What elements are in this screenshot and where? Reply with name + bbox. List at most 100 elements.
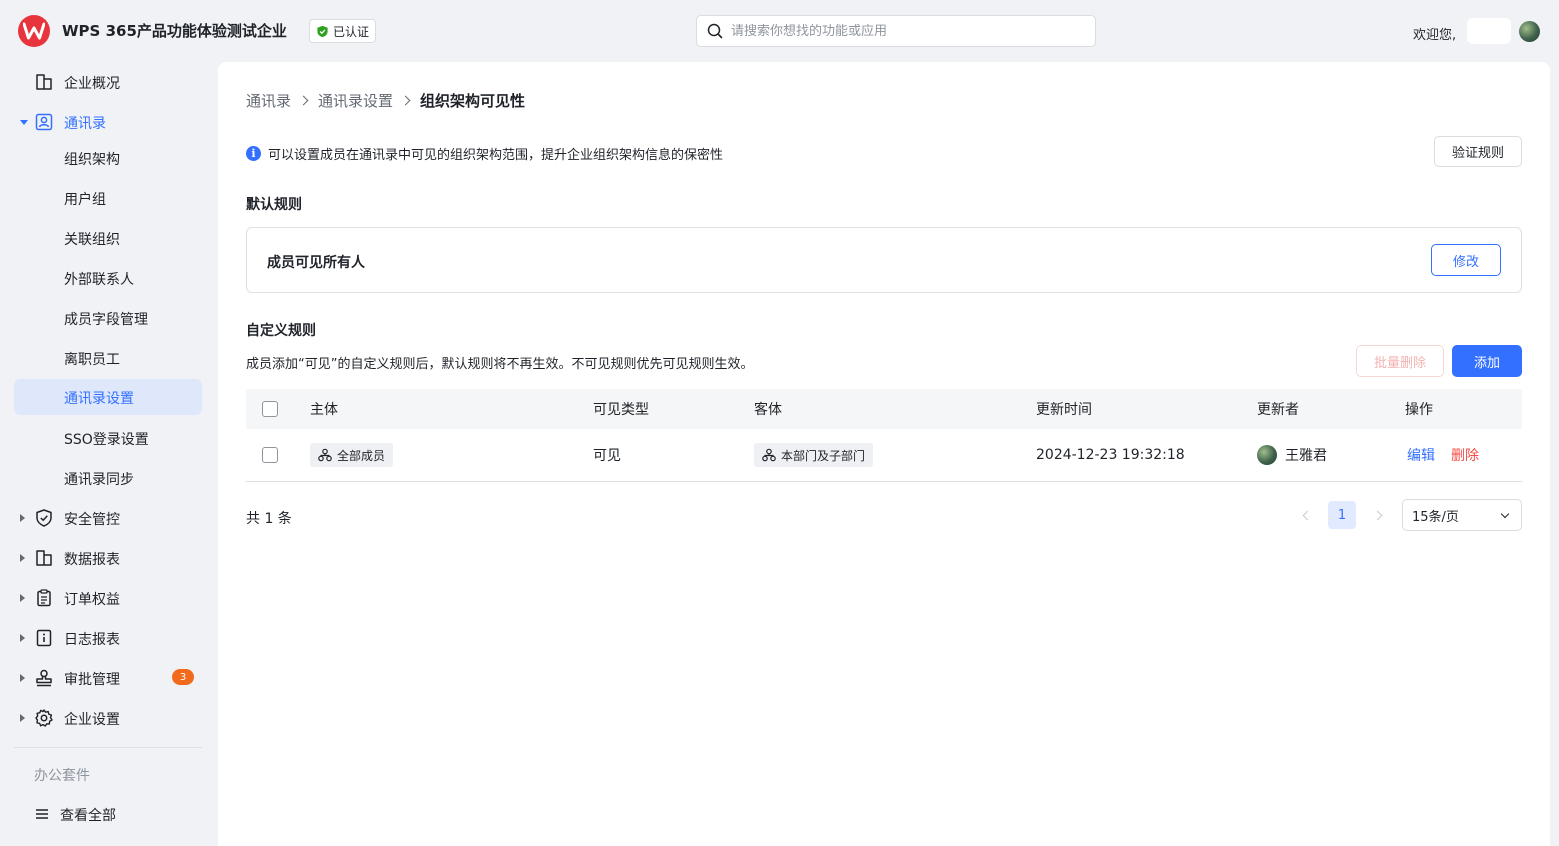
wps-logo-icon[interactable] [18,15,50,47]
sidebar-item-log-reports[interactable]: 日志报表 [14,620,202,656]
next-page-icon[interactable] [1372,510,1383,521]
subject-tag: 全部成员 [310,443,394,467]
sidebar-item-label: 成员字段管理 [64,312,148,328]
page-size-select[interactable]: 15条/页 [1402,499,1522,531]
updated-at-cell: 2024-12-23 19:32:18 [1036,447,1185,463]
sidebar-item-label: 通讯录设置 [64,391,134,407]
object-tag: 本部门及子部门 [754,443,874,467]
sidebar-item-approvals[interactable]: 审批管理 3 [14,660,202,696]
batch-delete-button[interactable]: 批量删除 [1356,345,1444,377]
sidebar-item-label: 外部联系人 [64,272,134,288]
sidebar-item-label: 数据报表 [64,552,120,568]
prev-page-icon[interactable] [1302,510,1313,521]
page-size-value: 15条/页 [1412,509,1459,525]
sidebar-item-org-structure[interactable]: 组织架构 [14,140,202,176]
breadcrumb-contacts-settings[interactable]: 通讯录设置 [318,90,393,111]
chevron-right-icon [20,634,25,642]
sidebar-item-label: 关联组织 [64,232,120,248]
page-number-current[interactable]: 1 [1328,501,1356,529]
column-subject: 主体 [310,402,338,418]
sidebar-item-label: 用户组 [64,192,106,208]
actions-cell: 编辑 删除 [1407,429,1479,481]
custom-rule-description: 成员添加“可见”的自定义规则后，默认规则将不再生效。不可见规则优先可见规则生效。 [246,357,754,372]
user-name-pill[interactable] [1467,18,1511,44]
select-all-checkbox[interactable] [262,401,278,417]
sidebar-item-enterprise-settings[interactable]: 企业设置 [14,700,202,736]
sidebar-item-contacts-settings[interactable]: 通讯录设置 [14,379,202,415]
sidebar-item-former-employees[interactable]: 离职员工 [14,340,202,376]
sidebar-item-member-fields[interactable]: 成员字段管理 [14,300,202,336]
sidebar-item-sso-settings[interactable]: SSO登录设置 [14,420,202,456]
page-title: 组织架构可见性 [420,92,526,110]
notice-text: 可以设置成员在通讯录中可见的组织架构范围，提升企业组织架构信息的保密性 [268,148,724,163]
verified-label: 已认证 [333,24,370,39]
visibility-cell: 可见 [593,448,621,464]
verify-rules-button[interactable]: 验证规则 [1434,136,1522,167]
default-rule-text: 成员可见所有人 [267,255,365,271]
clipboard-icon [37,589,51,607]
table-header: 主体 可见类型 客体 更新时间 更新者 操作 [246,389,1522,429]
modify-button[interactable]: 修改 [1431,244,1501,276]
report-icon [36,550,52,566]
rules-table: 主体 可见类型 客体 更新时间 更新者 操作 全部成员 可见 本部门及子部门 2… [246,389,1522,482]
search-input[interactable] [731,23,1071,39]
sidebar-item-orders[interactable]: 订单权益 [14,580,202,616]
column-actions: 操作 [1405,402,1433,418]
sidebar-item-label: 离职员工 [64,352,120,368]
add-button[interactable]: 添加 [1452,345,1522,377]
default-rule-title: 默认规则 [246,197,302,213]
view-all-label: 查看全部 [60,808,116,824]
edit-link[interactable]: 编辑 [1407,445,1435,465]
sidebar-item-contacts[interactable]: 通讯录 [14,104,202,140]
org-structure-icon [762,448,776,462]
sidebar-item-label: 通讯录同步 [64,472,134,488]
contacts-icon [35,113,53,131]
org-structure-icon [318,448,332,462]
custom-rule-title: 自定义规则 [246,323,316,339]
column-updater: 更新者 [1257,402,1299,418]
sidebar-divider [14,747,202,748]
sidebar-item-contacts-sync[interactable]: 通讯录同步 [14,460,202,496]
sidebar-item-label: 企业设置 [64,712,120,728]
object-cell: 本部门及子部门 [754,429,874,481]
approval-count-badge: 3 [172,669,194,685]
updater-avatar [1257,445,1277,465]
view-all-button[interactable]: 查看全部 [14,796,202,832]
row-checkbox-cell [262,429,278,481]
building-icon [36,74,52,90]
sidebar-item-label: SSO登录设置 [64,432,149,448]
sidebar-item-data-reports[interactable]: 数据报表 [14,540,202,576]
sidebar-item-label: 审批管理 [64,672,120,688]
sidebar-item-label: 企业概况 [64,76,120,92]
shield-check-icon [36,509,52,527]
chevron-right-icon [400,95,411,106]
column-updated-at: 更新时间 [1036,402,1092,418]
sidebar-item-linked-orgs[interactable]: 关联组织 [14,220,202,256]
sidebar-item-user-groups[interactable]: 用户组 [14,180,202,216]
sidebar: 企业概况 通讯录 组织架构 用户组 关联组织 外部联系人 成员字段管理 离职员工… [0,62,216,846]
breadcrumb: 通讯录 通讯录设置 组织架构可见性 [246,90,525,111]
search-icon [707,23,723,39]
search-box[interactable] [696,15,1096,47]
subject-cell: 全部成员 [310,429,394,481]
sidebar-item-label: 通讯录 [64,116,106,132]
sidebar-item-security[interactable]: 安全管控 [14,500,202,536]
sidebar-item-overview[interactable]: 企业概况 [14,64,202,100]
sidebar-item-label: 组织架构 [64,152,120,168]
user-avatar[interactable] [1519,21,1540,42]
select-all-checkbox-cell [262,389,278,429]
verified-shield-icon [317,25,328,37]
breadcrumb-contacts[interactable]: 通讯录 [246,90,291,111]
verified-badge: 已认证 [309,19,377,43]
sidebar-item-external-contacts[interactable]: 外部联系人 [14,260,202,296]
sidebar-section-office-suite: 办公套件 [34,768,90,784]
chevron-right-icon [20,714,25,722]
object-label: 本部门及子部门 [781,448,866,463]
menu-icon [36,809,48,819]
sidebar-item-label: 订单权益 [64,592,120,608]
chevron-down-icon [1500,509,1510,519]
top-bar: WPS 365产品功能体验测试企业 已认证 欢迎您, [0,0,1559,62]
log-icon [36,629,52,647]
row-checkbox[interactable] [262,447,278,463]
delete-link[interactable]: 删除 [1451,445,1479,465]
